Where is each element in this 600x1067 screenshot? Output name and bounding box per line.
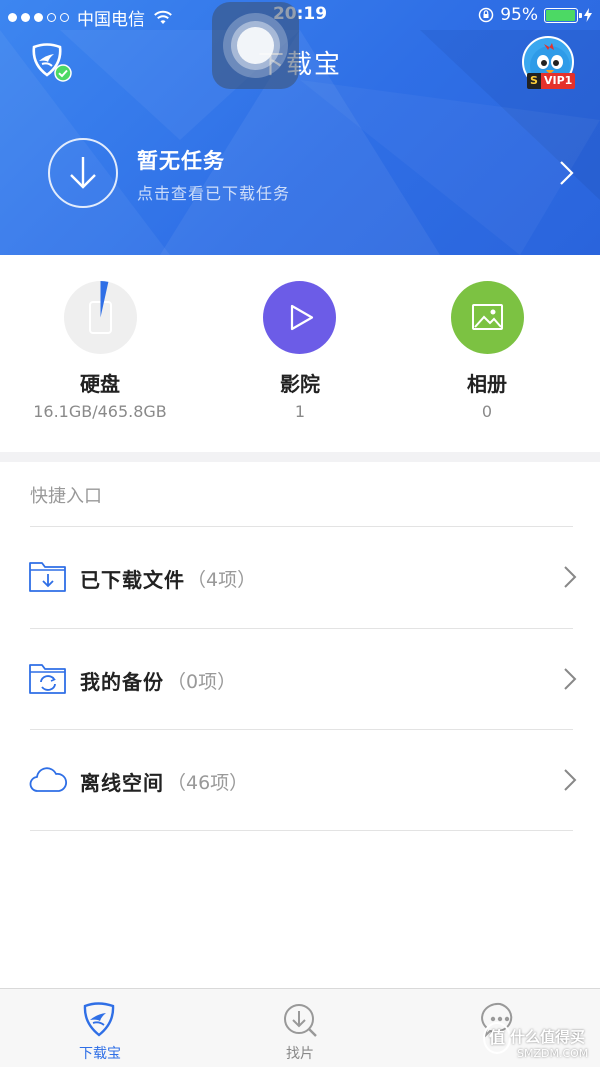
watermark-subtext: SMZDM.COM — [517, 1047, 589, 1060]
list-item-label: 已下载文件 — [80, 568, 185, 592]
play-icon — [290, 304, 314, 331]
download-arrow-icon — [70, 157, 96, 189]
battery-percent: 95% — [500, 5, 538, 25]
stat-cinema[interactable]: 影院 1 — [200, 255, 400, 452]
battery-level-fill — [546, 9, 575, 21]
watermark-logo: 值 — [483, 1022, 511, 1054]
search-download-icon — [284, 1004, 317, 1037]
stat-label: 相册 — [467, 372, 507, 396]
vip-s-mark: S — [527, 73, 541, 89]
list-item-label: 离线空间 — [80, 771, 164, 795]
tab-label: 下载宝 — [79, 1046, 121, 1062]
assistive-touch-button[interactable] — [212, 2, 299, 89]
header-banner: 中国电信 20:19 95% 下载宝 S VIP1 暂无任务 点击查看已下载任务 — [0, 0, 600, 255]
watermark-text: 什么值得买 — [510, 1028, 586, 1046]
task-title: 暂无任务 — [137, 149, 225, 173]
divider — [30, 830, 573, 831]
task-banner[interactable]: 暂无任务 点击查看已下载任务 — [0, 135, 600, 215]
stat-value: 0 — [481, 402, 493, 421]
list-item-my-backup[interactable]: 我的备份 （0项） — [0, 629, 600, 729]
task-status-circle — [48, 138, 118, 208]
cinema-circle — [263, 281, 336, 354]
backup-folder-icon — [29, 664, 66, 694]
list-item-count: （4项） — [187, 569, 257, 591]
status-bar: 中国电信 20:19 95% — [0, 0, 600, 30]
chevron-right-icon — [564, 668, 577, 690]
stats-panel: 硬盘 16.1GB/465.8GB 影院 1 相册 0 — [0, 255, 600, 452]
battery-cap — [579, 12, 582, 18]
page-title: 下载宝 — [257, 50, 342, 80]
stat-label: 影院 — [280, 372, 320, 396]
stat-album[interactable]: 相册 0 — [387, 255, 587, 452]
quick-entry-section: 快捷入口 已下载文件 （4项） 我的备份 （0项） 离线空间 （46项） — [0, 462, 600, 988]
chevron-right-icon — [560, 161, 574, 185]
status-right: 95% — [478, 5, 592, 25]
album-circle — [451, 281, 524, 354]
list-item-label: 我的备份 — [80, 670, 164, 694]
rotation-lock-icon — [478, 7, 494, 23]
task-subtitle: 点击查看已下载任务 — [137, 184, 291, 203]
chevron-right-icon — [564, 769, 577, 791]
section-title: 快捷入口 — [30, 486, 102, 507]
stat-label: 硬盘 — [80, 372, 120, 396]
xunlei-bird-logo-icon — [83, 1002, 115, 1037]
vip-level: VIP1 — [541, 73, 576, 89]
stat-value: 16.1GB/465.8GB — [33, 402, 167, 421]
app-screen: 中国电信 20:19 95% 下载宝 S VIP1 暂无任务 点击查看已下载任务… — [0, 0, 600, 1067]
header-background-pattern — [0, 30, 600, 255]
list-item-offline-space[interactable]: 离线空间 （46项） — [0, 730, 600, 830]
vip-badge: S VIP1 — [527, 73, 576, 89]
disk-usage-ring — [89, 281, 112, 334]
watermark: 值 什么值得买 SMZDM.COM — [480, 1000, 600, 1067]
picture-icon — [472, 304, 503, 330]
chevron-right-icon — [564, 566, 577, 588]
download-folder-icon — [29, 562, 66, 592]
tab-find-movies[interactable]: 找片 — [240, 989, 360, 1067]
list-item-downloaded-files[interactable]: 已下载文件 （4项） — [0, 527, 600, 627]
tab-downloadbao[interactable]: 下载宝 — [40, 989, 160, 1067]
disk-usage-icon — [64, 281, 137, 354]
assistive-ring — [237, 27, 274, 64]
battery-icon — [544, 7, 582, 23]
list-item-count: （0项） — [167, 671, 237, 693]
charging-bolt-icon — [584, 8, 592, 22]
tab-label: 找片 — [286, 1046, 314, 1062]
stat-value: 1 — [294, 402, 306, 421]
stat-disk[interactable]: 硬盘 16.1GB/465.8GB — [0, 255, 200, 452]
list-item-count: （46项） — [167, 772, 249, 794]
cloud-icon — [29, 767, 67, 792]
